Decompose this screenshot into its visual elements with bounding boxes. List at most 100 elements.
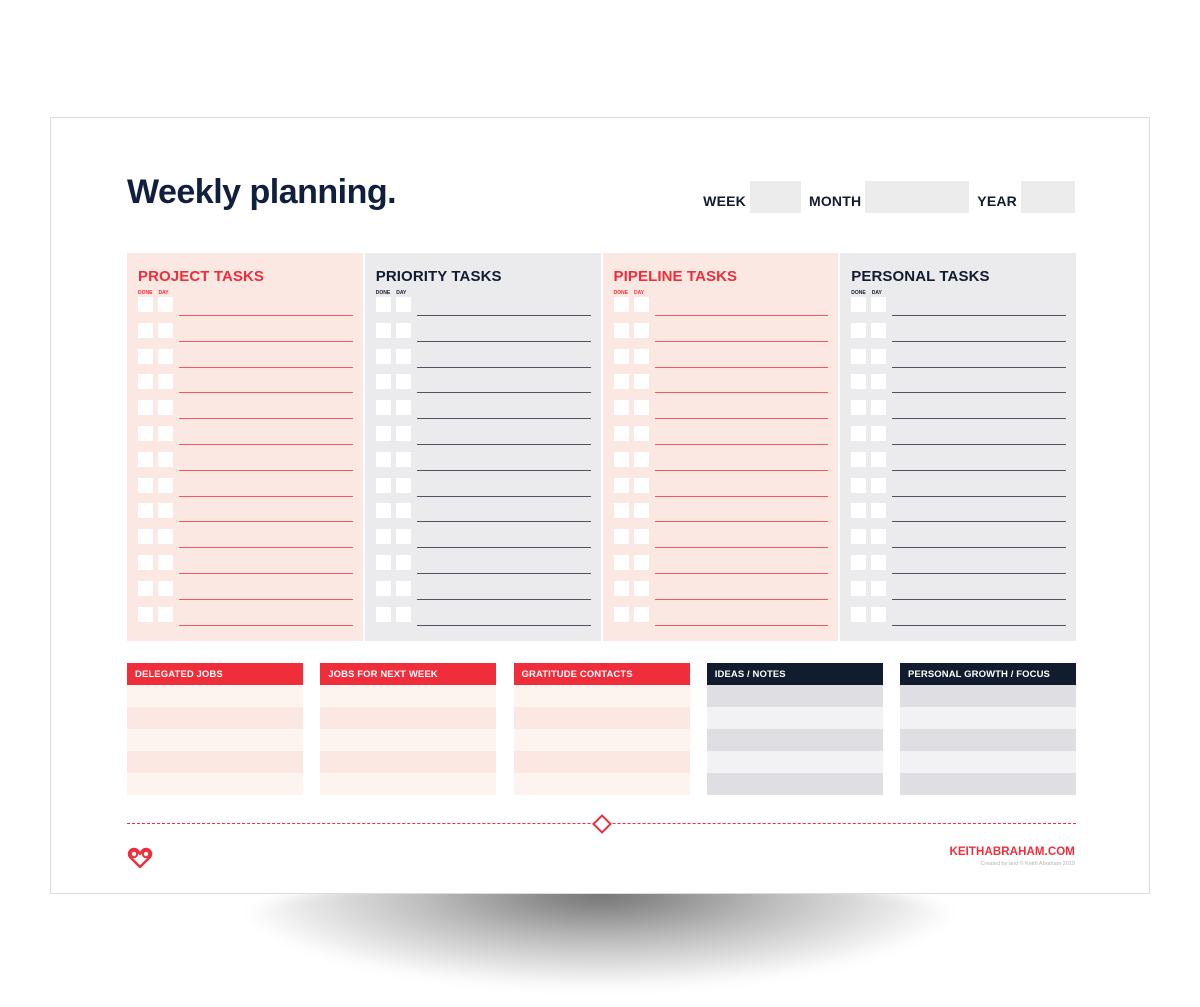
day-box[interactable] xyxy=(871,503,887,519)
done-checkbox[interactable] xyxy=(375,580,391,596)
task-write-line[interactable] xyxy=(892,392,1066,394)
done-checkbox[interactable] xyxy=(613,529,629,545)
day-box[interactable] xyxy=(871,400,887,416)
done-checkbox[interactable] xyxy=(138,400,153,416)
task-write-line[interactable] xyxy=(654,392,829,394)
task-write-line[interactable] xyxy=(654,598,829,600)
day-box[interactable] xyxy=(395,451,411,467)
task-write-line[interactable] xyxy=(179,366,353,368)
done-checkbox[interactable] xyxy=(851,580,867,596)
note-line[interactable] xyxy=(127,751,303,773)
note-line[interactable] xyxy=(320,707,497,729)
task-write-line[interactable] xyxy=(416,521,591,523)
done-checkbox[interactable] xyxy=(851,503,867,519)
brand-website[interactable]: KEITHABRAHAM.COM xyxy=(949,846,1075,858)
day-box[interactable] xyxy=(395,503,411,519)
task-write-line[interactable] xyxy=(892,547,1066,549)
note-line[interactable] xyxy=(900,751,1076,773)
day-box[interactable] xyxy=(633,322,649,338)
day-box[interactable] xyxy=(633,374,649,390)
task-write-line[interactable] xyxy=(892,495,1066,497)
day-box[interactable] xyxy=(395,606,411,622)
done-checkbox[interactable] xyxy=(851,606,867,622)
done-checkbox[interactable] xyxy=(375,374,391,390)
task-write-line[interactable] xyxy=(416,392,591,394)
task-write-line[interactable] xyxy=(416,366,591,368)
task-write-line[interactable] xyxy=(654,547,829,549)
day-box[interactable] xyxy=(395,322,411,338)
task-write-line[interactable] xyxy=(654,366,829,368)
task-write-line[interactable] xyxy=(416,624,591,626)
task-write-line[interactable] xyxy=(416,315,591,316)
note-line[interactable] xyxy=(706,707,883,729)
day-box[interactable] xyxy=(633,580,649,596)
day-box[interactable] xyxy=(633,503,649,519)
note-line[interactable] xyxy=(513,707,690,729)
day-box[interactable] xyxy=(871,425,887,441)
day-box[interactable] xyxy=(633,554,649,570)
day-box[interactable] xyxy=(395,400,411,416)
year-field[interactable] xyxy=(1021,181,1075,213)
done-checkbox[interactable] xyxy=(851,477,867,493)
done-checkbox[interactable] xyxy=(851,451,867,467)
task-write-line[interactable] xyxy=(892,598,1066,600)
day-box[interactable] xyxy=(395,554,411,570)
day-box[interactable] xyxy=(633,606,649,622)
done-checkbox[interactable] xyxy=(138,297,153,312)
note-line[interactable] xyxy=(706,685,883,707)
done-checkbox[interactable] xyxy=(375,529,391,545)
task-write-line[interactable] xyxy=(892,418,1066,420)
day-box[interactable] xyxy=(633,451,649,467)
day-box[interactable] xyxy=(633,425,649,441)
done-checkbox[interactable] xyxy=(138,554,153,570)
month-field[interactable] xyxy=(865,181,970,213)
day-box[interactable] xyxy=(871,554,887,570)
week-field[interactable] xyxy=(749,181,801,213)
task-write-line[interactable] xyxy=(179,572,353,574)
day-box[interactable] xyxy=(395,348,411,364)
day-box[interactable] xyxy=(871,606,887,622)
task-write-line[interactable] xyxy=(892,469,1066,471)
done-checkbox[interactable] xyxy=(613,554,629,570)
task-write-line[interactable] xyxy=(416,469,591,471)
task-write-line[interactable] xyxy=(416,598,591,600)
day-box[interactable] xyxy=(395,477,411,493)
done-checkbox[interactable] xyxy=(375,425,391,441)
done-checkbox[interactable] xyxy=(375,297,391,312)
note-line[interactable] xyxy=(320,773,497,795)
task-write-line[interactable] xyxy=(892,340,1066,342)
day-box[interactable] xyxy=(158,606,173,622)
task-write-line[interactable] xyxy=(654,340,829,342)
task-write-line[interactable] xyxy=(892,443,1066,445)
task-write-line[interactable] xyxy=(892,366,1066,368)
task-write-line[interactable] xyxy=(179,598,353,600)
done-checkbox[interactable] xyxy=(375,322,391,338)
done-checkbox[interactable] xyxy=(613,425,629,441)
day-box[interactable] xyxy=(871,477,887,493)
day-box[interactable] xyxy=(158,451,173,467)
done-checkbox[interactable] xyxy=(138,425,153,441)
done-checkbox[interactable] xyxy=(138,503,153,519)
day-box[interactable] xyxy=(158,580,173,596)
day-box[interactable] xyxy=(395,529,411,545)
task-write-line[interactable] xyxy=(892,521,1066,523)
done-checkbox[interactable] xyxy=(375,400,391,416)
note-line[interactable] xyxy=(706,729,883,751)
task-write-line[interactable] xyxy=(179,315,353,316)
day-box[interactable] xyxy=(395,297,411,312)
task-write-line[interactable] xyxy=(416,443,591,445)
day-box[interactable] xyxy=(158,554,173,570)
done-checkbox[interactable] xyxy=(613,374,629,390)
note-line[interactable] xyxy=(900,773,1076,795)
done-checkbox[interactable] xyxy=(138,348,153,364)
task-write-line[interactable] xyxy=(179,624,353,626)
task-write-line[interactable] xyxy=(179,392,353,394)
done-checkbox[interactable] xyxy=(138,477,153,493)
done-checkbox[interactable] xyxy=(851,322,867,338)
task-write-line[interactable] xyxy=(892,572,1066,574)
day-box[interactable] xyxy=(633,400,649,416)
day-box[interactable] xyxy=(158,529,173,545)
task-write-line[interactable] xyxy=(416,572,591,574)
done-checkbox[interactable] xyxy=(375,503,391,519)
done-checkbox[interactable] xyxy=(613,297,629,312)
